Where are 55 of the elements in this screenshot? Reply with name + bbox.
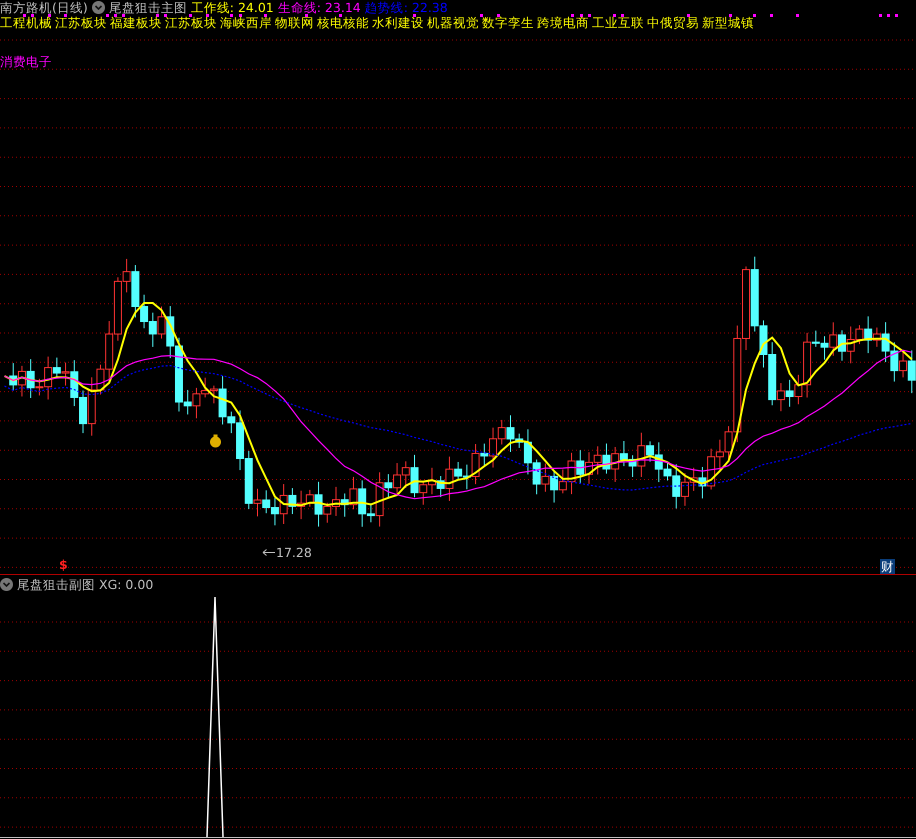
low-price-label: 17.28 — [276, 545, 312, 560]
candle — [602, 443, 610, 474]
signal-mark: $ — [59, 557, 68, 572]
candle — [9, 362, 18, 392]
candle — [690, 467, 698, 492]
indicator-reading: 趋势线: 22.38 — [364, 0, 448, 15]
concept-tag: 江苏板块 — [165, 15, 217, 30]
indicator-title: 尾盘狙击主图 — [108, 0, 187, 15]
candle — [716, 439, 724, 470]
finance-badge: 财 — [880, 559, 895, 574]
indicator-reading: XG: 0.00 — [99, 577, 154, 592]
candle — [148, 312, 157, 348]
candle — [707, 448, 716, 490]
concept-tag: 中俄贸易 — [647, 15, 699, 30]
candle — [838, 330, 846, 362]
concept-tag: 数字孪生 — [482, 15, 534, 30]
concept-tag: 消费电子 — [0, 54, 52, 69]
concept-tag: 江苏板块 — [55, 15, 107, 30]
concept-tag: 物联网 — [275, 15, 314, 30]
candle — [698, 466, 706, 499]
candle — [680, 472, 689, 506]
candle — [428, 467, 436, 495]
concept-tag: 跨境电商 — [537, 15, 589, 30]
candle — [393, 462, 402, 495]
concept-tag: 机器视觉 — [427, 15, 479, 30]
candle — [786, 379, 794, 408]
candle — [620, 440, 628, 467]
candle — [262, 490, 270, 514]
candle — [349, 476, 358, 510]
chevron-down-icon — [0, 578, 13, 591]
concept-tag: 核电核能 — [317, 15, 369, 30]
concept-tag: 海峡西岸 — [220, 15, 272, 30]
left-arrow-icon — [262, 548, 276, 557]
candle — [541, 463, 550, 492]
stock-title: 南方路机(日线) — [0, 0, 88, 15]
concept-tag: 新型城镇 — [702, 15, 754, 30]
indicator-title: 尾盘狙击副图 — [17, 577, 95, 592]
candle — [340, 492, 349, 518]
indicator-reading: 生命线: 23.14 — [278, 0, 361, 15]
candle — [550, 470, 558, 504]
candle — [820, 336, 829, 360]
candle — [532, 459, 541, 495]
candle — [829, 322, 838, 356]
indicator-reading: 工作线: 24.01 — [190, 0, 274, 15]
candle — [594, 446, 602, 475]
money-bag-icon — [209, 434, 222, 448]
concept-tag: 工业互联 — [592, 15, 644, 30]
candle — [611, 446, 620, 482]
concept-tag: 水利建设 — [372, 15, 424, 30]
candle — [576, 450, 584, 484]
candle — [18, 365, 26, 397]
concept-tag: 福建板块 — [110, 15, 162, 30]
candle — [79, 390, 88, 434]
chevron-down-icon — [92, 1, 105, 14]
concept-tag: 工程机械 — [0, 15, 52, 30]
